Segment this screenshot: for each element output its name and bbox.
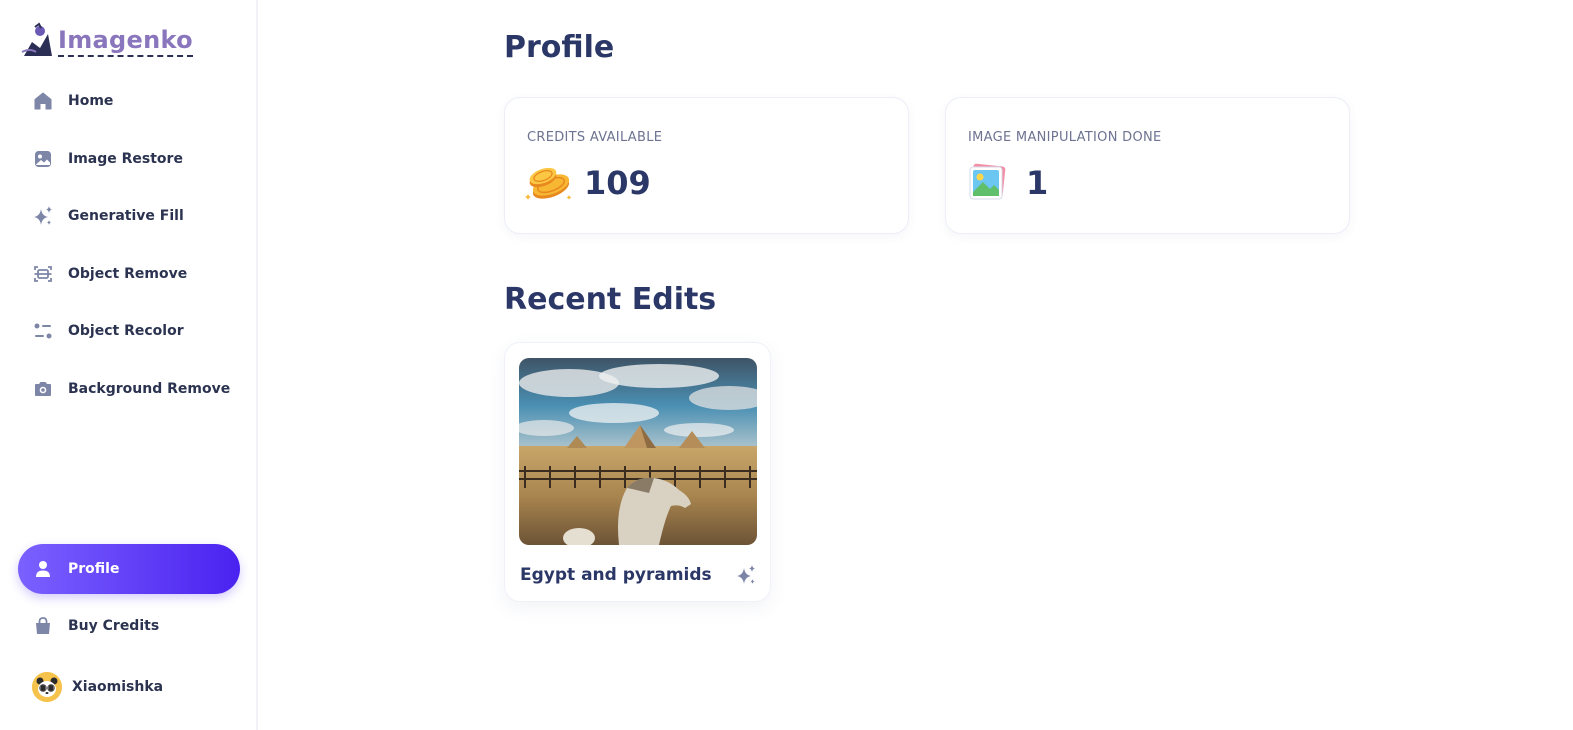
- logo-icon: [21, 22, 52, 56]
- avatar: [32, 672, 62, 702]
- sidebar: Imagenko Home Image Restore Generative F…: [0, 0, 258, 730]
- sidebar-item-home[interactable]: Home: [18, 76, 240, 126]
- bag-icon: [32, 615, 54, 637]
- user-profile[interactable]: Xiaomishka: [32, 672, 163, 702]
- sidebar-item-generative-fill[interactable]: Generative Fill: [18, 191, 240, 241]
- recent-edit-title: Egypt and pyramids: [520, 565, 712, 585]
- sidebar-item-label: Image Restore: [68, 150, 183, 167]
- main-nav: Home Image Restore Generative Fill Objec…: [18, 76, 240, 421]
- manipulations-value: 1: [1026, 164, 1049, 202]
- recent-edits-title: Recent Edits: [504, 282, 717, 317]
- sparkles-icon[interactable]: [734, 563, 758, 587]
- sidebar-item-label: Home: [68, 93, 114, 109]
- recent-edit-card[interactable]: Egypt and pyramids: [504, 342, 771, 602]
- page-title: Profile: [504, 30, 615, 65]
- pyramids-photo-icon: [519, 358, 757, 545]
- user-name: Xiaomishka: [72, 679, 164, 695]
- sidebar-item-image-restore[interactable]: Image Restore: [18, 134, 240, 184]
- image-icon: [32, 148, 54, 170]
- manipulations-card: IMAGE MANIPULATION DONE 1: [945, 97, 1350, 234]
- stat-label: CREDITS AVAILABLE: [527, 130, 663, 145]
- sidebar-item-label: Background Remove: [68, 380, 231, 397]
- filter-icon: [32, 320, 54, 342]
- sidebar-item-label: Profile: [68, 561, 120, 577]
- sidebar-item-profile[interactable]: Profile: [18, 544, 240, 594]
- sidebar-item-object-recolor[interactable]: Object Recolor: [18, 306, 240, 356]
- stat-label: IMAGE MANIPULATION DONE: [968, 130, 1162, 145]
- app-name: Imagenko: [58, 26, 193, 57]
- sidebar-item-object-remove[interactable]: Object Remove: [18, 249, 240, 299]
- sidebar-item-label: Generative Fill: [68, 208, 184, 224]
- sidebar-item-background-remove[interactable]: Background Remove: [18, 364, 240, 414]
- sidebar-item-label: Buy Credits: [68, 618, 160, 634]
- sparkles-icon: [32, 205, 54, 227]
- sidebar-item-label: Object Recolor: [68, 323, 184, 339]
- user-icon: [32, 558, 54, 580]
- camera-icon: [32, 378, 54, 400]
- sidebar-item-buy-credits[interactable]: Buy Credits: [18, 601, 240, 651]
- credits-value: 109: [584, 164, 651, 202]
- scan-icon: [32, 263, 54, 285]
- app-logo[interactable]: Imagenko: [18, 22, 193, 60]
- coins-icon: [525, 167, 572, 200]
- sidebar-item-label: Object Remove: [68, 265, 188, 282]
- bottom-nav: Profile Buy Credits: [18, 544, 240, 658]
- picture-icon: [969, 163, 1006, 200]
- home-icon: [32, 90, 54, 112]
- recent-edit-thumbnail[interactable]: [519, 358, 757, 545]
- panda-avatar-icon: [32, 672, 62, 702]
- credits-card: CREDITS AVAILABLE 109: [504, 97, 909, 234]
